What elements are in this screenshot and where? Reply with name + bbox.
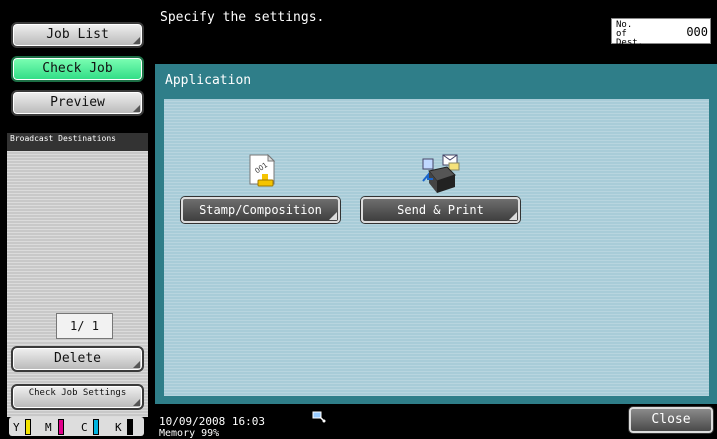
- job-list-button[interactable]: Job List: [11, 22, 144, 48]
- delete-label: Delete: [54, 351, 101, 366]
- application-panel: Application 001 Stamp/Composition Send &: [155, 64, 717, 404]
- toner-c-bar: [93, 419, 99, 435]
- application-area: 001 Stamp/Composition Send & Print: [164, 99, 709, 396]
- close-label: Close: [651, 412, 691, 427]
- application-title: Application: [165, 73, 252, 88]
- close-button[interactable]: Close: [629, 407, 713, 433]
- preview-label: Preview: [50, 95, 105, 110]
- header: Specify the settings. No. of Dest. 000: [152, 0, 717, 58]
- instruction-message: Specify the settings.: [160, 10, 325, 25]
- send-print-label: Send & Print: [397, 203, 484, 217]
- destination-count-box: No. of Dest. 000: [611, 18, 711, 48]
- check-job-label: Check Job: [42, 61, 113, 76]
- dest-count-label: No. of Dest.: [616, 20, 644, 48]
- date-time: 10/09/2008 16:03: [159, 415, 265, 428]
- toner-levels: Y M C K: [9, 417, 144, 436]
- send-print-icon: [422, 154, 460, 193]
- check-job-settings-label: Check Job Settings: [28, 388, 127, 398]
- check-job-button[interactable]: Check Job: [11, 56, 144, 82]
- delete-button[interactable]: Delete: [11, 346, 144, 372]
- stamp-composition-label: Stamp/Composition: [199, 203, 322, 217]
- toner-k-bar: [127, 419, 133, 435]
- stamp-composition-icon: 001: [249, 154, 276, 187]
- send-print-button[interactable]: Send & Print: [361, 197, 520, 223]
- toner-m-bar: [58, 419, 64, 435]
- left-panel: Job List Check Job Preview Broadcast Des…: [0, 0, 152, 436]
- broadcast-destinations-list: Broadcast Destinations: [7, 133, 148, 341]
- memory-status: Memory 99%: [159, 428, 220, 439]
- stamp-composition-button[interactable]: Stamp/Composition: [181, 197, 340, 223]
- toner-y-label: Y: [13, 421, 20, 434]
- job-list-label: Job List: [46, 27, 109, 42]
- toner-k-label: K: [115, 421, 122, 434]
- preview-button[interactable]: Preview: [11, 90, 144, 116]
- network-icon: [312, 411, 326, 423]
- toner-y-bar: [25, 419, 31, 435]
- check-job-settings-button[interactable]: Check Job Settings: [11, 384, 144, 410]
- toner-c-label: C: [81, 421, 88, 434]
- page-indicator: 1/ 1: [56, 313, 113, 339]
- broadcast-destinations-header: Broadcast Destinations: [7, 133, 148, 151]
- dest-count-value: 000: [686, 25, 708, 39]
- toner-m-label: M: [45, 421, 52, 434]
- footer: 10/09/2008 16:03 Memory 99% Close: [152, 404, 717, 439]
